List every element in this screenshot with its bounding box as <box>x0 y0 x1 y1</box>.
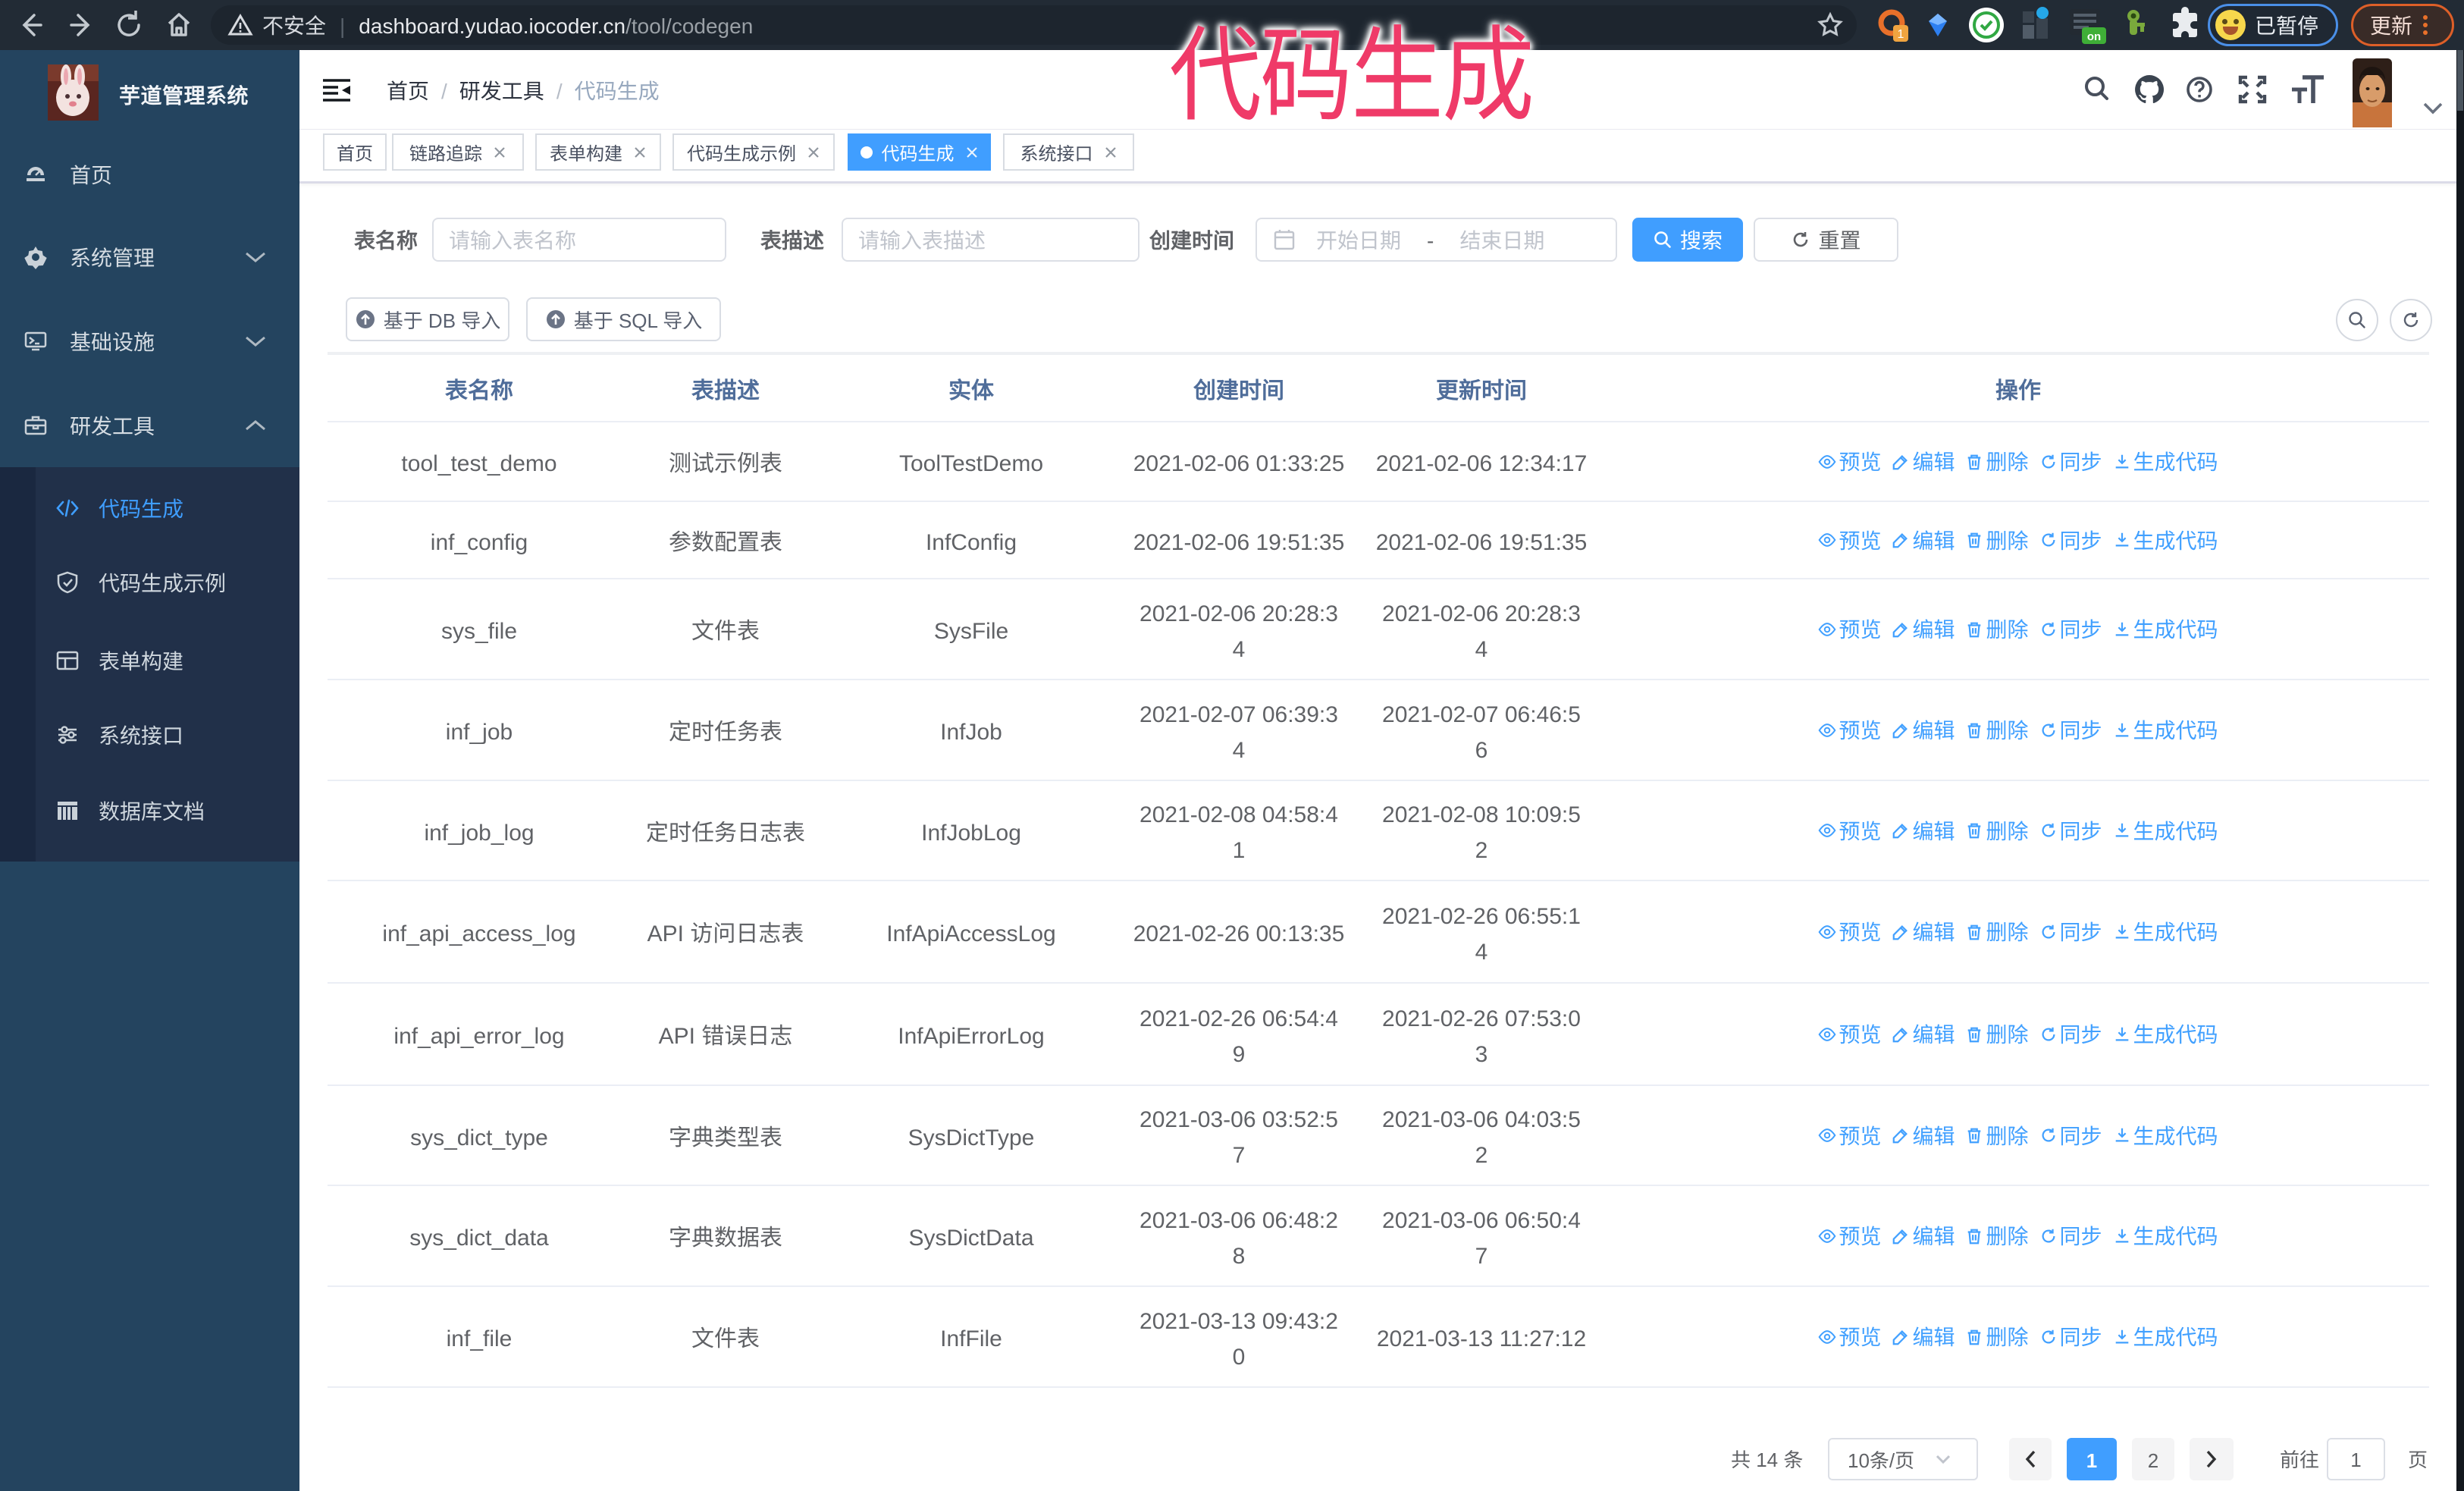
svg-text:1: 1 <box>1898 28 1904 41</box>
svg-text:on: on <box>2087 30 2101 43</box>
